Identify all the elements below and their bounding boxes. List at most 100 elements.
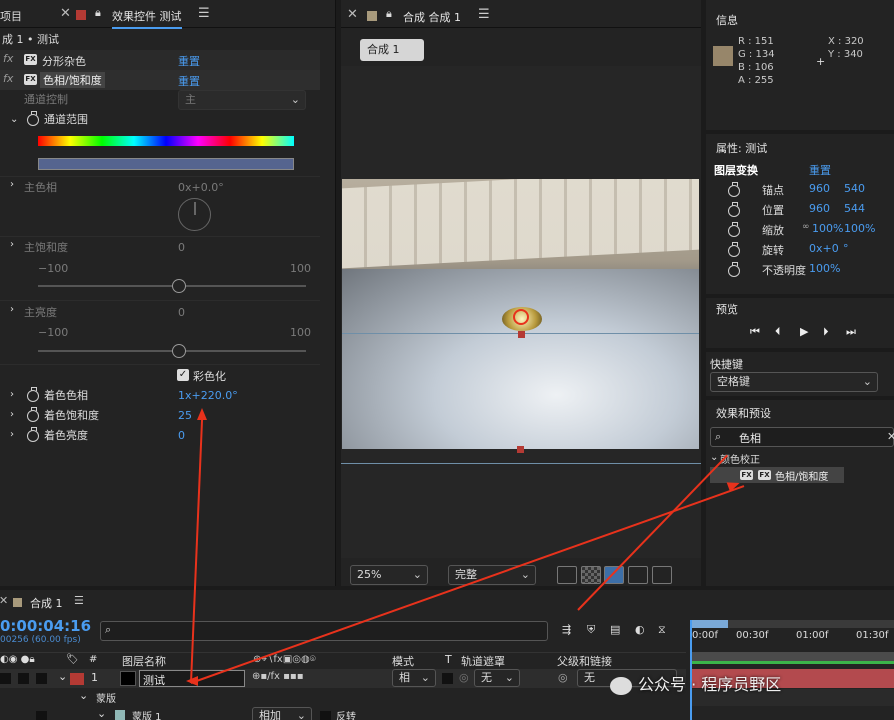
effect-reset-link[interactable]: 重置 [178,53,200,69]
playhead[interactable] [690,620,692,720]
close-icon[interactable]: ✕ [0,594,8,607]
close-icon[interactable]: ✕ [60,6,71,21]
scale-y-value[interactable]: 100% [844,222,875,235]
lock-icon[interactable]: 🔒︎ [386,7,392,21]
track-matte-column[interactable]: 轨道遮罩 [461,653,505,669]
effect-row-hue-saturation[interactable]: fx FX 色相/饱和度 重置 [0,70,320,90]
channel-control-dropdown[interactable]: 主 ⌄ [178,90,306,110]
anchor-y-value[interactable]: 540 [844,182,865,195]
anchor-x-value[interactable]: 960 [809,182,830,195]
properties-reset-link[interactable]: 重置 [809,162,831,178]
chevron-right-icon[interactable]: › [10,305,20,315]
work-area-bar[interactable] [692,620,728,628]
prev-frame-icon[interactable]: ⏴ [775,325,781,339]
rotation-value[interactable]: 0x+0 [809,242,839,255]
colorize-hue-value[interactable]: 1x+220.0° [178,386,238,405]
audio-toggle[interactable] [18,673,29,684]
layer-handle[interactable] [518,331,525,338]
chevron-down-icon[interactable]: ⌄ [710,452,718,463]
mode-column[interactable]: 模式 [392,653,414,669]
guides-icon[interactable] [652,566,672,584]
pickwhip-icon[interactable]: ◎ [558,671,568,684]
scale-x-value[interactable]: 100% [812,222,843,235]
stopwatch-icon[interactable] [728,222,740,237]
layer-switches-icons[interactable]: ⊕▪/fx ▪▪▪ [252,671,303,682]
effect-row-fractal-noise[interactable]: fx FX 分形杂色 重置 [0,50,320,70]
stopwatch-icon[interactable] [728,202,740,217]
snapshot-icon[interactable] [557,566,577,584]
last-frame-icon[interactable]: ⏭ [846,325,856,339]
opacity-value[interactable]: 100% [809,262,840,275]
clear-search-icon[interactable]: ✕ [887,430,894,443]
panel-menu-icon[interactable]: ☰ [198,6,210,21]
timeline-layer-row[interactable]: ⌄ 1 测试 ⊕▪/fx ▪▪▪ 相 ⌄ ◎ 无 ⌄ ◎ 无 [0,669,686,688]
chevron-down-icon[interactable]: ⌄ [97,707,106,720]
zoom-dropdown[interactable]: 25% ⌄ [350,565,428,585]
fx-toggle-icon[interactable]: fx [3,52,13,65]
effect-reset-link[interactable]: 重置 [178,73,200,89]
colorize-sat-value[interactable]: 25 [178,406,192,425]
chevron-down-icon[interactable]: ⌄ [58,670,67,683]
play-icon[interactable]: ▶ [800,325,808,338]
graph-editor-icon[interactable]: ⧖ [658,623,666,637]
colorize-checkbox[interactable]: ✓ [177,369,189,381]
colorize-light-value[interactable]: 0 [178,426,185,445]
region-of-interest-icon[interactable] [628,566,648,584]
layer-handle[interactable] [517,446,524,453]
stopwatch-icon[interactable] [27,407,39,422]
draft-3d-icon[interactable]: ⛨ [587,623,595,637]
layer-mode-dropdown[interactable]: 相 ⌄ [392,669,436,687]
comp-flowchart-icon[interactable]: ⇶ [562,623,571,636]
shy-layers-icon[interactable]: ▤ [610,623,620,636]
stopwatch-icon[interactable] [27,427,39,442]
chevron-right-icon[interactable]: › [10,430,20,440]
frame-blending-icon[interactable]: ◐ [635,623,645,636]
mask1-row[interactable]: ⌄ 蒙版 1 相加 ⌄ 反转 [0,707,686,720]
track-matte-dropdown[interactable]: 无 ⌄ [474,669,520,687]
mask1-color[interactable] [115,710,125,720]
chevron-down-icon[interactable]: ⌄ [79,689,88,702]
layer-label-color[interactable] [70,673,84,685]
timeline-tab[interactable]: 合成 1 [30,595,63,611]
stopwatch-icon[interactable] [728,262,740,277]
transparency-grid-icon[interactable] [581,566,601,584]
position-y-value[interactable]: 544 [844,202,865,215]
timecode[interactable]: 0:00:04:16 [0,617,91,635]
close-icon[interactable]: ✕ [347,7,358,22]
solo-toggle[interactable] [36,673,47,684]
project-tab[interactable]: 项目 [0,8,22,24]
chevron-down-icon[interactable]: ⌄ [10,115,20,125]
effect-controls-tab[interactable]: 效果控件 测试 [112,8,182,29]
comp-button[interactable]: 合成 1 [360,39,424,61]
stopwatch-icon[interactable] [27,111,39,126]
chevron-right-icon[interactable]: › [10,240,20,250]
mask1-invert-checkbox[interactable] [320,711,331,720]
preserve-transparency-toggle[interactable] [442,673,453,684]
layer-name-column[interactable]: 图层名称 [122,653,166,669]
composition-tab[interactable]: 合成 合成 1 [403,9,461,25]
chevron-right-icon[interactable]: › [10,390,20,400]
shortcut-dropdown[interactable]: 空格键 ⌄ [710,372,878,392]
position-x-value[interactable]: 960 [809,202,830,215]
mask1-mode-dropdown[interactable]: 相加 ⌄ [252,707,312,720]
stopwatch-icon[interactable] [27,387,39,402]
master-light-slider-knob[interactable] [172,344,186,358]
stopwatch-icon[interactable] [728,182,740,197]
effects-search-input[interactable]: ⌕ 色相 ✕ [710,427,894,447]
visibility-toggle[interactable] [0,673,11,684]
work-area-strip[interactable] [690,652,894,664]
stopwatch-icon[interactable] [728,242,740,257]
anchor-point-icon[interactable] [513,309,529,325]
mask-visibility-toggle[interactable] [36,711,47,720]
parent-column[interactable]: 父级和链接 [557,653,612,669]
comp-viewport[interactable] [341,66,701,558]
mask-group-row[interactable]: ⌄ 蒙版 [0,689,686,706]
panel-menu-icon[interactable]: ☰ [478,7,490,22]
lock-icon[interactable]: 🔒︎ [95,6,101,20]
effects-category[interactable]: 颜色校正 [720,451,760,466]
chevron-right-icon[interactable]: › [10,180,20,190]
next-frame-icon[interactable]: ⏵ [823,325,829,339]
first-frame-icon[interactable]: ⏮ [750,325,760,339]
fx-toggle-icon[interactable]: fx [3,72,13,85]
master-sat-slider-knob[interactable] [172,279,186,293]
